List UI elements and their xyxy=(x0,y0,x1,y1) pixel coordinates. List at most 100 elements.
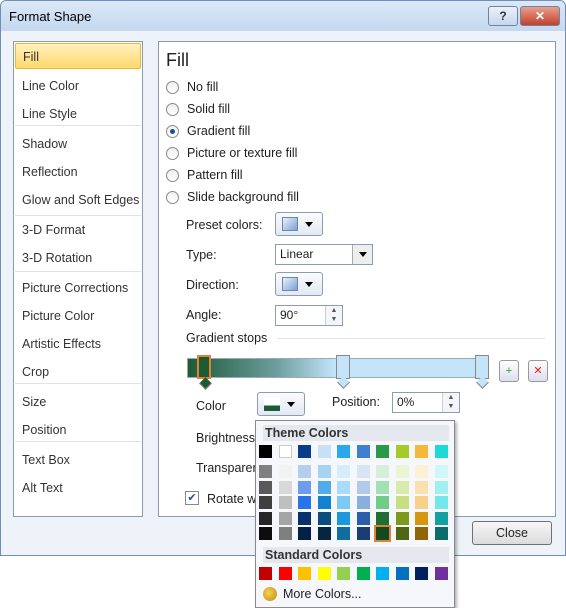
more-colors-item[interactable]: More Colors... xyxy=(263,587,362,601)
type-select[interactable]: Linear xyxy=(275,244,373,265)
fill-option-radio[interactable]: Picture or texture fill xyxy=(166,146,297,160)
sidebar-item[interactable]: Picture Color xyxy=(15,303,141,329)
color-swatch[interactable] xyxy=(434,445,448,458)
color-swatch[interactable] xyxy=(395,511,409,525)
sidebar-item[interactable]: Fill xyxy=(15,43,141,69)
color-swatch[interactable] xyxy=(317,465,331,478)
color-swatch[interactable] xyxy=(259,445,272,458)
gradient-bar[interactable] xyxy=(187,358,483,378)
color-swatch[interactable] xyxy=(278,527,292,540)
color-swatch[interactable] xyxy=(298,465,311,478)
sidebar-item[interactable]: Text Box xyxy=(15,447,141,473)
color-swatch[interactable] xyxy=(317,496,331,509)
color-swatch[interactable] xyxy=(278,496,292,509)
fill-option-radio[interactable]: Pattern fill xyxy=(166,168,243,182)
color-swatch[interactable] xyxy=(376,480,389,494)
color-swatch[interactable] xyxy=(298,567,311,580)
color-swatch[interactable] xyxy=(434,480,448,494)
sidebar-item[interactable]: Glow and Soft Edges xyxy=(15,187,141,213)
color-swatch[interactable] xyxy=(259,511,272,525)
color-swatch[interactable] xyxy=(395,567,409,580)
color-swatch[interactable] xyxy=(415,480,428,494)
help-button[interactable]: ? xyxy=(488,6,518,26)
color-swatch[interactable] xyxy=(317,527,331,540)
sidebar-item[interactable]: Artistic Effects xyxy=(15,331,141,357)
spinner-icon[interactable]: ▲ ▼ xyxy=(325,306,342,325)
spinner-icon[interactable]: ▲ ▼ xyxy=(442,393,459,412)
angle-input[interactable]: 90° ▲ ▼ xyxy=(275,305,343,326)
color-swatch[interactable] xyxy=(259,465,272,478)
color-swatch[interactable] xyxy=(337,480,350,494)
color-swatch[interactable] xyxy=(434,511,448,525)
color-swatch[interactable] xyxy=(434,527,448,540)
sidebar-item[interactable]: Reflection xyxy=(15,159,141,185)
sidebar-item[interactable]: Picture Corrections xyxy=(15,275,141,301)
color-swatch[interactable] xyxy=(376,511,389,525)
color-swatch[interactable] xyxy=(415,496,428,509)
color-swatch[interactable] xyxy=(337,511,350,525)
color-swatch[interactable] xyxy=(317,480,331,494)
color-swatch[interactable] xyxy=(298,480,311,494)
color-swatch[interactable] xyxy=(376,567,389,580)
color-swatch[interactable] xyxy=(278,445,292,458)
color-swatch[interactable] xyxy=(278,480,292,494)
color-swatch[interactable] xyxy=(259,567,272,580)
sidebar-item[interactable]: 3-D Format xyxy=(15,217,141,243)
color-swatch[interactable] xyxy=(317,567,331,580)
rotate-checkbox[interactable]: ✔ xyxy=(185,491,199,505)
color-swatch[interactable] xyxy=(374,525,391,542)
color-swatch[interactable] xyxy=(415,445,428,458)
color-swatch[interactable] xyxy=(434,496,448,509)
color-swatch[interactable] xyxy=(415,465,428,478)
color-swatch[interactable] xyxy=(337,445,350,458)
fill-option-radio[interactable]: Slide background fill xyxy=(166,190,299,204)
color-swatch[interactable] xyxy=(376,496,389,509)
add-stop-icon[interactable]: + xyxy=(499,360,519,382)
color-swatch[interactable] xyxy=(337,496,350,509)
color-swatch[interactable] xyxy=(337,567,350,580)
color-swatch[interactable] xyxy=(298,445,311,458)
color-swatch[interactable] xyxy=(298,527,311,540)
sidebar-item[interactable]: Line Color xyxy=(15,73,141,99)
close-window-button[interactable]: ✕ xyxy=(520,6,560,26)
color-button[interactable] xyxy=(257,392,305,416)
color-swatch[interactable] xyxy=(434,465,448,478)
fill-option-radio[interactable]: Gradient fill xyxy=(166,124,250,138)
color-swatch[interactable] xyxy=(337,527,350,540)
color-swatch[interactable] xyxy=(356,465,370,478)
gradient-stop-3[interactable] xyxy=(475,355,489,379)
sidebar-item[interactable]: Line Style xyxy=(15,101,141,127)
sidebar-item[interactable]: Shadow xyxy=(15,131,141,157)
color-swatch[interactable] xyxy=(434,567,448,580)
color-swatch[interactable] xyxy=(317,445,331,458)
close-button[interactable]: Close xyxy=(472,521,552,545)
color-swatch[interactable] xyxy=(259,527,272,540)
sidebar-item[interactable]: 3-D Rotation xyxy=(15,245,141,271)
color-swatch[interactable] xyxy=(395,527,409,540)
color-swatch[interactable] xyxy=(415,511,428,525)
preset-colors-button[interactable] xyxy=(275,212,323,236)
color-swatch[interactable] xyxy=(259,480,272,494)
color-swatch[interactable] xyxy=(317,511,331,525)
color-swatch[interactable] xyxy=(278,511,292,525)
color-swatch[interactable] xyxy=(356,480,370,494)
remove-stop-icon[interactable]: ✕ xyxy=(528,360,548,382)
position-input[interactable]: 0% ▲ ▼ xyxy=(392,392,460,413)
color-swatch[interactable] xyxy=(376,465,389,478)
color-swatch[interactable] xyxy=(395,480,409,494)
sidebar-item[interactable]: Alt Text xyxy=(15,475,141,501)
sidebar-item[interactable]: Size xyxy=(15,389,141,415)
color-swatch[interactable] xyxy=(395,465,409,478)
color-swatch[interactable] xyxy=(376,445,389,458)
color-swatch[interactable] xyxy=(415,567,428,580)
fill-option-radio[interactable]: No fill xyxy=(166,80,218,94)
color-swatch[interactable] xyxy=(298,511,311,525)
color-swatch[interactable] xyxy=(356,496,370,509)
color-swatch[interactable] xyxy=(259,496,272,509)
color-swatch[interactable] xyxy=(415,527,428,540)
fill-option-radio[interactable]: Solid fill xyxy=(166,102,230,116)
color-swatch[interactable] xyxy=(356,445,370,458)
color-swatch[interactable] xyxy=(337,465,350,478)
color-swatch[interactable] xyxy=(278,567,292,580)
color-swatch[interactable] xyxy=(356,567,370,580)
